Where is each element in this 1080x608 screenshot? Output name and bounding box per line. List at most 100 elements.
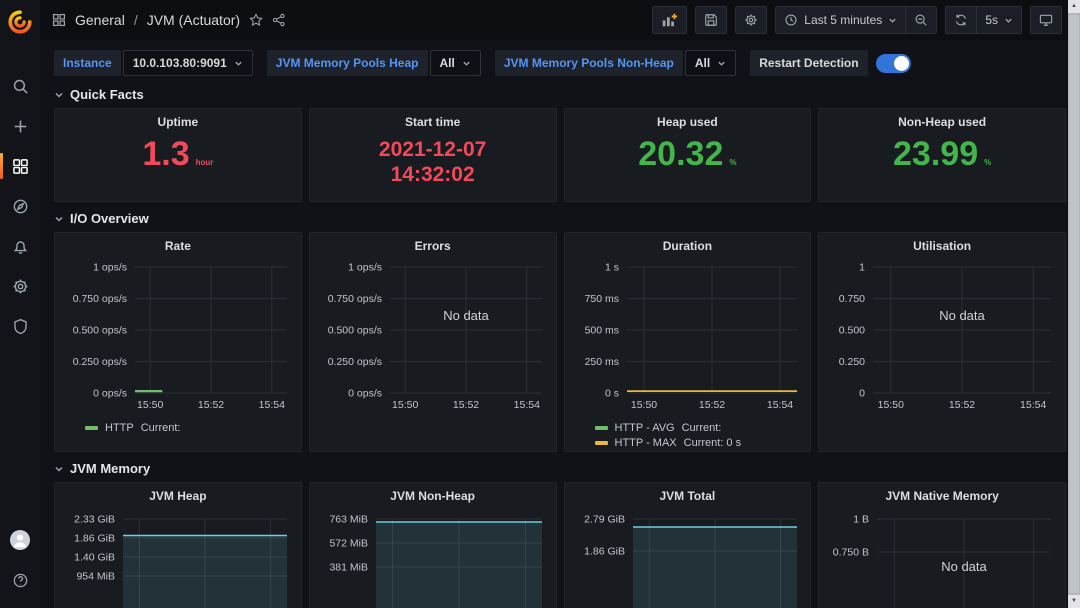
sidebar-item-search[interactable] bbox=[0, 66, 40, 106]
stat-suffix: hour bbox=[196, 159, 214, 167]
chart-panel: Rate15:5015:5215:541 ops/s0.750 ops/s0.5… bbox=[54, 232, 302, 452]
variable-nonheap-pools: JVM Memory Pools Non-Heap All bbox=[495, 50, 736, 76]
scrollbar[interactable]: ▲ ▼ bbox=[1068, 0, 1080, 608]
panel-title[interactable]: Errors bbox=[318, 233, 548, 255]
scrollbar-thumb[interactable] bbox=[1069, 15, 1079, 593]
section-header-quick-facts[interactable]: Quick Facts bbox=[54, 78, 1066, 108]
svg-text:15:52: 15:52 bbox=[198, 399, 224, 411]
question-circle-icon bbox=[12, 572, 29, 589]
panel-title[interactable]: JVM Total bbox=[573, 483, 803, 505]
stat-panel: Uptime 1.3hour bbox=[54, 108, 302, 202]
panel-title[interactable]: Rate bbox=[63, 233, 293, 255]
panel-title[interactable]: JVM Heap bbox=[63, 483, 293, 505]
share-icon[interactable] bbox=[272, 13, 286, 27]
chart-canvas[interactable]: 15:5015:5215:541 s750 ms500 ms250 ms0 s bbox=[573, 255, 803, 415]
chevron-down-icon bbox=[888, 16, 897, 25]
chart-area: 2.33 GiB1.86 GiB1.40 GiB954 MiB bbox=[63, 505, 293, 608]
chevron-down-icon bbox=[54, 464, 64, 474]
stat-value: 1.3hour bbox=[55, 137, 301, 173]
panel-title[interactable]: Start time bbox=[310, 109, 556, 131]
chart-canvas[interactable]: 2.79 GiB1.86 GiB bbox=[573, 505, 803, 608]
chart-canvas[interactable]: 1 B0.750 BNo data bbox=[827, 505, 1057, 608]
svg-text:500 ms: 500 ms bbox=[584, 325, 618, 337]
svg-text:15:50: 15:50 bbox=[392, 399, 418, 411]
svg-text:0.500: 0.500 bbox=[839, 325, 865, 337]
cycle-view-mode-button[interactable] bbox=[1030, 6, 1062, 34]
add-panel-button[interactable] bbox=[652, 6, 687, 34]
sidebar-item-profile[interactable] bbox=[0, 520, 40, 560]
svg-text:15:54: 15:54 bbox=[1020, 399, 1046, 411]
sidebar-item-explore[interactable] bbox=[0, 186, 40, 226]
breadcrumb-section[interactable]: General bbox=[75, 12, 125, 28]
zoom-out-icon bbox=[914, 13, 928, 27]
heap-pools-select[interactable]: All bbox=[430, 50, 481, 76]
refresh-button[interactable] bbox=[946, 7, 976, 33]
scroll-up-button[interactable]: ▲ bbox=[1068, 0, 1080, 13]
sidebar-item-server-admin[interactable] bbox=[0, 306, 40, 346]
refresh-interval-picker[interactable]: 5s bbox=[977, 7, 1021, 33]
star-icon[interactable] bbox=[249, 13, 263, 27]
panel-title[interactable]: Utilisation bbox=[827, 233, 1057, 255]
nonheap-pools-label: JVM Memory Pools Non-Heap bbox=[495, 50, 683, 76]
stat-value: 2021-12-0714:32:02 bbox=[310, 137, 556, 187]
panel-title[interactable]: Heap used bbox=[565, 109, 811, 131]
instance-value: 10.0.103.80:9091 bbox=[133, 56, 227, 70]
svg-text:1.86 GiB: 1.86 GiB bbox=[584, 546, 625, 558]
variables-bar: Instance 10.0.103.80:9091 JVM Memory Poo… bbox=[54, 40, 1066, 78]
panel-title[interactable]: Non-Heap used bbox=[819, 109, 1065, 131]
svg-text:1 ops/s: 1 ops/s bbox=[93, 262, 127, 274]
chart-canvas[interactable]: 763 MiB572 MiB381 MiB bbox=[318, 505, 548, 608]
scrollbar-track[interactable] bbox=[1068, 13, 1080, 595]
chart-area: 15:5015:5215:5410.7500.5000.2500No data bbox=[827, 255, 1057, 420]
chart-canvas[interactable]: 15:5015:5215:541 ops/s0.750 ops/s0.500 o… bbox=[63, 255, 293, 415]
svg-text:0.250: 0.250 bbox=[839, 356, 865, 368]
svg-text:750 ms: 750 ms bbox=[584, 293, 618, 305]
panel-title[interactable]: JVM Native Memory bbox=[827, 483, 1057, 505]
nonheap-pools-select[interactable]: All bbox=[685, 50, 736, 76]
svg-text:1.86 GiB: 1.86 GiB bbox=[74, 533, 115, 545]
section-title: I/O Overview bbox=[70, 211, 149, 226]
sidebar-item-help[interactable] bbox=[0, 560, 40, 600]
clock-icon bbox=[784, 13, 798, 27]
legend-item[interactable]: HTTP - AVGCurrent: bbox=[595, 422, 803, 434]
restart-detection-toggle[interactable] bbox=[876, 54, 911, 73]
restart-detection-label: Restart Detection bbox=[750, 50, 867, 76]
zoom-out-time-button[interactable] bbox=[906, 7, 936, 33]
panel-title[interactable]: Duration bbox=[573, 233, 803, 255]
sidebar-item-configuration[interactable] bbox=[0, 266, 40, 306]
svg-text:15:54: 15:54 bbox=[513, 399, 539, 411]
stat-suffix: % bbox=[729, 159, 736, 167]
svg-text:0.750 ops/s: 0.750 ops/s bbox=[73, 293, 127, 305]
chart-canvas[interactable]: 15:5015:5215:5410.7500.5000.2500No data bbox=[827, 255, 1057, 415]
breadcrumb-separator: / bbox=[134, 12, 138, 28]
section-header-io-overview[interactable]: I/O Overview bbox=[54, 202, 1066, 232]
legend-item[interactable]: HTTP - MAXCurrent: 0 s bbox=[595, 437, 803, 449]
svg-text:1.40 GiB: 1.40 GiB bbox=[74, 552, 115, 564]
chart-canvas[interactable]: 2.33 GiB1.86 GiB1.40 GiB954 MiB bbox=[63, 505, 293, 608]
sidebar-item-alerting[interactable] bbox=[0, 226, 40, 266]
grafana-logo[interactable] bbox=[0, 4, 40, 40]
svg-text:0.750 B: 0.750 B bbox=[833, 547, 869, 559]
time-range-picker[interactable]: Last 5 minutes bbox=[776, 7, 905, 33]
save-dashboard-button[interactable] bbox=[695, 6, 727, 34]
save-icon bbox=[704, 13, 718, 27]
chart-canvas[interactable]: 15:5015:5215:541 ops/s0.750 ops/s0.500 o… bbox=[318, 255, 548, 415]
legend-item[interactable]: HTTPCurrent: bbox=[85, 422, 293, 434]
instance-select[interactable]: 10.0.103.80:9091 bbox=[123, 50, 253, 76]
stat-panel: Start time 2021-12-0714:32:02 bbox=[309, 108, 557, 202]
svg-text:15:54: 15:54 bbox=[766, 399, 792, 411]
sidebar-item-dashboards[interactable] bbox=[0, 146, 40, 186]
chart-area: 2.79 GiB1.86 GiB bbox=[573, 505, 803, 608]
sidebar-item-create[interactable] bbox=[0, 106, 40, 146]
plus-icon bbox=[12, 118, 29, 135]
section-header-jvm-memory[interactable]: JVM Memory bbox=[54, 452, 1066, 482]
scroll-down-button[interactable]: ▼ bbox=[1068, 595, 1080, 608]
stat-line: 14:32:02 bbox=[391, 162, 475, 187]
stat-big: 20.32 bbox=[638, 137, 723, 173]
breadcrumb-page[interactable]: JVM (Actuator) bbox=[147, 12, 240, 28]
panel-title[interactable]: Uptime bbox=[55, 109, 301, 131]
dashboard-settings-button[interactable] bbox=[735, 6, 767, 34]
heap-pools-label: JVM Memory Pools Heap bbox=[267, 50, 428, 76]
section-title: JVM Memory bbox=[70, 461, 150, 476]
panel-title[interactable]: JVM Non-Heap bbox=[318, 483, 548, 505]
